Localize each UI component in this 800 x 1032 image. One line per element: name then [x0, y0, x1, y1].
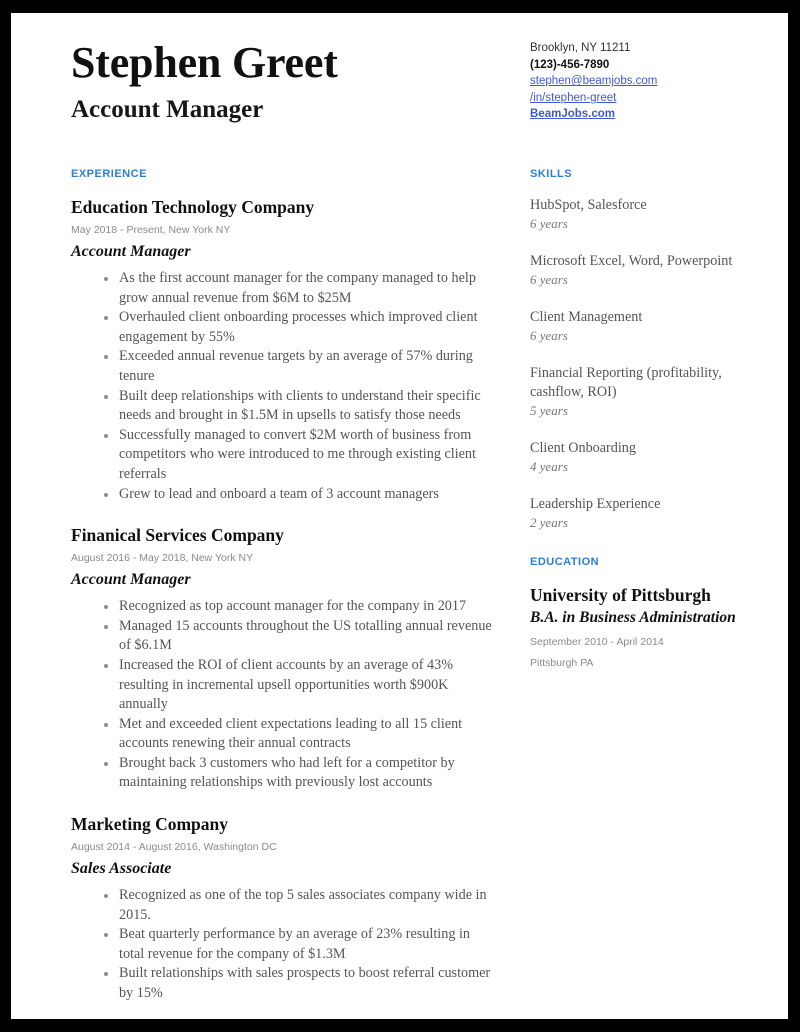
education-dates: September 2010 - April 2014 [530, 635, 664, 648]
skills-section: SKILLS HubSpot, Salesforce 6 years Microso… [530, 168, 745, 532]
experience-bullet: Built relationships with sales prospects… [71, 964, 496, 1003]
experience-entry: Finanical Services Company August 2016 - … [71, 524, 496, 793]
education-entry: University of Pittsburgh B.A. in Busines… [530, 584, 745, 672]
skill-name: HubSpot, Salesforce [530, 197, 647, 213]
experience-bullet: Overhauled client onboarding processes w… [71, 308, 496, 347]
resume-page: Stephen Greet Account Manager Brooklyn, … [11, 13, 788, 1019]
experience-entry: Marketing Company August 2014 - August 20… [71, 813, 496, 1004]
skill-years: 6 years [530, 328, 568, 343]
skill-years: 5 years [530, 403, 568, 418]
skill-entry: Financial Reporting (profitability, cash… [530, 364, 745, 420]
skill-years: 4 years [530, 459, 568, 474]
experience-bullet: Recognized as top account manager for th… [71, 597, 496, 617]
skill-entry: Leadership Experience 2 years [530, 495, 745, 532]
contact-linkedin-link[interactable]: /in/stephen-greet [530, 90, 750, 107]
experience-bullet: Grew to lead and onboard a team of 3 acc… [71, 485, 496, 505]
education-location: Pittsburgh PA [530, 656, 594, 669]
experience-dates-location: August 2014 - August 2016, Washington DC [71, 841, 277, 854]
experience-role: Sales Associate [71, 860, 172, 878]
contact-email-link[interactable]: stephen@beamjobs.com [530, 73, 750, 90]
experience-bullet: Met and exceeded client expectations lea… [71, 715, 496, 754]
skill-entry: Client Management 6 years [530, 308, 745, 345]
experience-bullet: Recognized as one of the top 5 sales ass… [71, 886, 496, 925]
section-heading-skills: SKILLS [530, 168, 573, 180]
experience-bullet: Increased the ROI of client accounts by … [71, 656, 496, 715]
skill-name: Client Onboarding [530, 440, 636, 456]
experience-bullet: Brought back 3 customers who had left fo… [71, 754, 496, 793]
skill-name: Client Management [530, 309, 643, 325]
experience-entry: Education Technology Company May 2018 - P… [71, 196, 496, 504]
contact-website-link[interactable]: BeamJobs.com [530, 106, 750, 123]
experience-bullet-list: Recognized as top account manager for th… [71, 597, 496, 793]
experience-role: Account Manager [71, 571, 191, 589]
experience-company: Finanical Services Company [71, 525, 284, 546]
experience-bullet: Exceeded annual revenue targets by an av… [71, 347, 496, 386]
candidate-title: Account Manager [71, 96, 264, 123]
skill-years: 2 years [530, 515, 568, 530]
experience-company: Education Technology Company [71, 197, 315, 217]
experience-dates-location: May 2018 - Present, New York NY [71, 224, 231, 236]
resume-body: Stephen Greet Account Manager Brooklyn, … [11, 13, 788, 1019]
skill-entry: Microsoft Excel, Word, Powerpoint 6 years [530, 252, 745, 289]
experience-bullet: Successfully managed to convert $2M wort… [71, 426, 496, 485]
skill-years: 6 years [530, 216, 568, 231]
experience-dates-location: August 2016 - May 2018, New York NY [71, 552, 254, 565]
experience-bullet-list: As the first account manager for the com… [71, 269, 496, 504]
contact-block: Brooklyn, NY 11211 (123)-456-7890 stephe… [530, 40, 750, 123]
contact-location: Brooklyn, NY 11211 [530, 42, 631, 54]
skill-years: 6 years [530, 272, 568, 287]
experience-company: Marketing Company [71, 814, 229, 835]
education-section: EDUCATION University of Pittsburgh B.A. … [530, 556, 745, 672]
education-school: University of Pittsburgh [530, 585, 711, 605]
education-degree: B.A. in Business Administration [530, 609, 736, 626]
experience-bullet: Managed 15 accounts throughout the US to… [71, 617, 496, 656]
candidate-name: Stephen Greet [71, 38, 338, 87]
skill-name: Microsoft Excel, Word, Powerpoint [530, 253, 733, 269]
section-heading-education: EDUCATION [530, 556, 600, 568]
experience-bullet: As the first account manager for the com… [71, 269, 496, 308]
experience-bullet-list: Recognized as one of the top 5 sales ass… [71, 886, 496, 1004]
skill-name: Leadership Experience [530, 496, 661, 512]
experience-bullet: Built deep relationships with clients to… [71, 387, 496, 426]
experience-bullet: Beat quarterly performance by an average… [71, 925, 496, 964]
skill-entry: Client Onboarding 4 years [530, 439, 745, 476]
section-heading-experience: EXPERIENCE [71, 168, 147, 180]
skill-name: Financial Reporting (profitability, cash… [530, 365, 722, 400]
resume-header: Stephen Greet Account Manager [71, 38, 491, 126]
experience-list: Education Technology Company May 2018 - P… [71, 196, 496, 1004]
skills-list: HubSpot, Salesforce 6 years Microsoft Exce… [530, 196, 745, 532]
sidebar-column: SKILLS HubSpot, Salesforce 6 years Microso… [530, 168, 745, 672]
experience-role: Account Manager [71, 243, 191, 260]
skill-entry: HubSpot, Salesforce 6 years [530, 196, 745, 233]
main-column: EXPERIENCE Education Technology Company M… [71, 168, 496, 1004]
contact-phone: (123)-456-7890 [530, 58, 610, 71]
